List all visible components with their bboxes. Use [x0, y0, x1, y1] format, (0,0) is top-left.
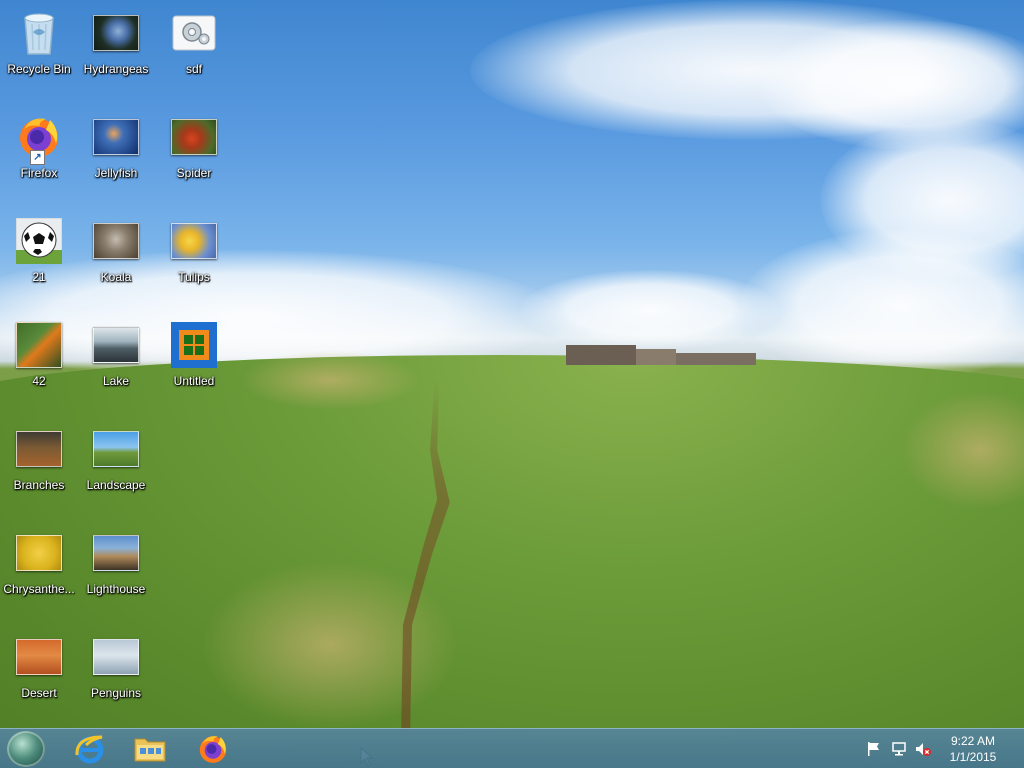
desktop-icon-landscape[interactable]: Landscape — [77, 420, 155, 516]
desktop-icon-label: Lake — [102, 374, 130, 388]
internet-explorer-icon — [75, 735, 104, 764]
image-file-icon — [93, 322, 139, 368]
desktop-icon-label: Lighthouse — [86, 582, 146, 596]
desktop-icon-label: Tulips — [178, 270, 210, 284]
taskbar-firefox[interactable] — [187, 731, 239, 767]
untitled-app-icon — [171, 322, 217, 368]
desktop-icon-untitled[interactable]: Untitled — [155, 316, 233, 412]
desktop-icon-branches[interactable]: Branches — [0, 420, 78, 516]
desktop-icon-21[interactable]: 21 — [0, 212, 78, 308]
desktop-icon-label: Landscape — [86, 478, 146, 492]
desktop-icon-lake[interactable]: Lake — [77, 316, 155, 412]
stone-ruin — [566, 345, 756, 365]
desktop-icon-lighthouse[interactable]: Lighthouse — [77, 524, 155, 620]
image-file-icon — [16, 530, 62, 576]
start-button[interactable] — [7, 731, 45, 767]
desktop-icon-label: Branches — [13, 478, 65, 492]
desktop-icon-koala[interactable]: Koala — [77, 212, 155, 308]
flag-icon[interactable] — [866, 741, 882, 757]
recycle-bin-icon — [16, 10, 62, 56]
desktop-icon-spider[interactable]: Spider — [155, 108, 233, 204]
desktop-icon-42[interactable]: 42 — [0, 316, 78, 412]
desktop-icon-chrysanthemum[interactable]: Chrysanthe... — [0, 524, 78, 620]
desktop-icon-penguins[interactable]: Penguins — [77, 628, 155, 724]
desktop-icon-tulips[interactable]: Tulips — [155, 212, 233, 308]
image-file-icon — [93, 426, 139, 472]
soccer-ball-icon — [16, 218, 62, 264]
taskbar-file-explorer[interactable] — [124, 731, 176, 767]
desktop-icon-firefox[interactable]: ↗ Firefox — [0, 108, 78, 204]
firefox-icon: ↗ — [16, 114, 62, 165]
desktop-icon-label: Recycle Bin — [7, 62, 71, 76]
desktop-icon-recycle-bin[interactable]: Recycle Bin — [0, 4, 78, 100]
desktop-icon-label: 21 — [32, 270, 46, 284]
image-file-icon — [93, 530, 139, 576]
desktop-icon-label: Jellyfish — [94, 166, 138, 180]
cloud — [740, 230, 1024, 380]
system-clock[interactable]: 9:22 AM 1/1/2015 — [940, 733, 1006, 765]
settings-file-icon — [171, 10, 217, 56]
image-file-icon — [16, 634, 62, 680]
desktop-icon-label: Desert — [21, 686, 57, 700]
desktop-icon-label: Firefox — [20, 166, 58, 180]
image-file-icon — [93, 218, 139, 264]
desktop-icon-label: 42 — [32, 374, 46, 388]
taskbar-internet-explorer[interactable] — [64, 731, 116, 767]
desktop-icon-sdf[interactable]: sdf — [155, 4, 233, 100]
desktop-icon-label: Hydrangeas — [83, 62, 149, 76]
image-file-icon — [171, 218, 217, 264]
image-file-icon — [93, 114, 139, 160]
image-file-icon — [16, 426, 62, 472]
desktop-icon-hydrangeas[interactable]: Hydrangeas — [77, 4, 155, 100]
firefox-icon — [199, 736, 227, 763]
desktop-icon-desert[interactable]: Desert — [0, 628, 78, 724]
desktop: Recycle Bin ↗ Firefox 21 42 Branches Chr… — [0, 0, 1024, 768]
taskbar: 9:22 AM 1/1/2015 — [0, 728, 1024, 768]
clock-time: 9:22 AM — [950, 734, 996, 748]
desktop-icon-label: Spider — [176, 166, 212, 180]
desktop-icon-label: Untitled — [173, 374, 215, 388]
desktop-icon-jellyfish[interactable]: Jellyfish — [77, 108, 155, 204]
desktop-icon-label: Chrysanthe... — [3, 582, 75, 596]
image-file-icon — [93, 10, 139, 56]
desktop-icon-label: Koala — [100, 270, 132, 284]
desktop-icon-label: sdf — [185, 62, 202, 76]
image-file-icon — [171, 114, 217, 160]
desktop-icon-label: Penguins — [90, 686, 142, 700]
network-icon[interactable] — [891, 741, 907, 757]
volume-muted-icon[interactable] — [915, 741, 931, 757]
shortcut-arrow-icon: ↗ — [30, 150, 45, 165]
folder-icon — [134, 738, 166, 762]
image-file-icon — [16, 322, 62, 368]
dry-grass — [240, 350, 420, 410]
clock-date: 1/1/2015 — [949, 750, 997, 764]
image-file-icon — [93, 634, 139, 680]
